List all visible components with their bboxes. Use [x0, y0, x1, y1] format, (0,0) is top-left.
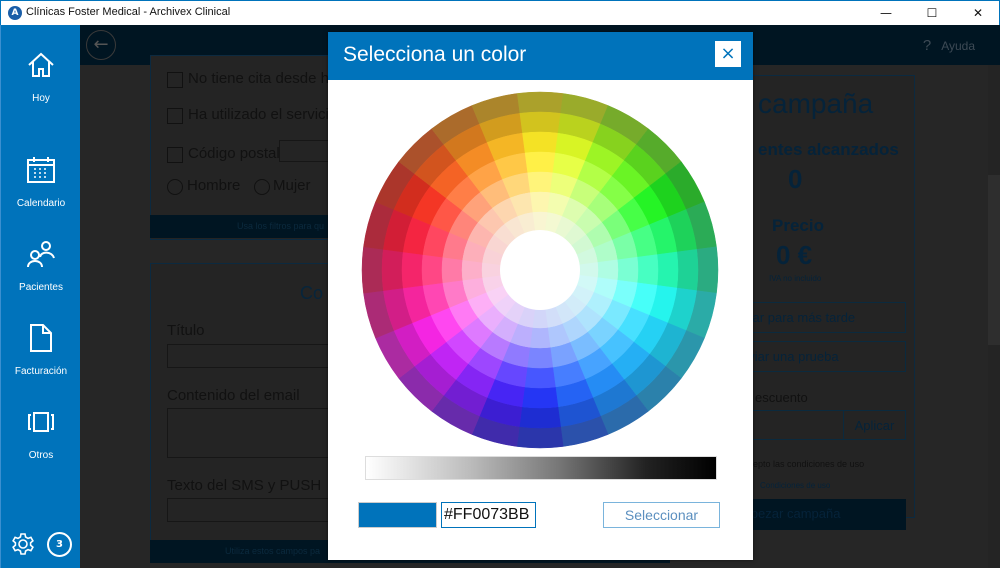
- send-test-button[interactable]: nviar una prueba: [740, 341, 906, 372]
- color-wheel-segment[interactable]: [656, 251, 679, 289]
- select-button[interactable]: Seleccionar: [603, 502, 720, 528]
- help-icon: ?: [922, 37, 932, 54]
- codigo-postal-label: Código postal: [188, 145, 280, 162]
- terms-link[interactable]: Condiciones de uso: [760, 481, 830, 490]
- document-icon: [30, 324, 52, 352]
- color-picker-dialog: Selecciona un color × Seleccionar: [328, 32, 753, 560]
- color-wheel-segment[interactable]: [526, 171, 554, 193]
- title-bar: A Clínicas Foster Medical - Archivex Cli…: [0, 0, 1000, 25]
- mujer-radio[interactable]: [254, 179, 270, 195]
- sidebar-item-facturacion[interactable]: Facturación: [1, 323, 81, 378]
- summary-heading: campaña: [758, 88, 874, 119]
- discount-input[interactable]: [740, 410, 844, 440]
- color-wheel-segment[interactable]: [519, 406, 561, 429]
- price-value: 0 €: [776, 240, 813, 270]
- color-wheel-segment[interactable]: [461, 259, 483, 281]
- sidebar-item-label: Facturación: [14, 366, 68, 377]
- color-wheel-segment[interactable]: [579, 262, 599, 278]
- app-logo: A: [8, 6, 22, 20]
- people-icon: [27, 241, 55, 268]
- sidebar-item-label: Hoy: [32, 93, 50, 104]
- home-icon: [28, 52, 54, 77]
- servicio-label: Ha utilizado el servicio: [188, 106, 338, 123]
- grayscale-slider[interactable]: [365, 456, 717, 480]
- color-wheel-segment[interactable]: [516, 91, 564, 114]
- hex-color-input[interactable]: [441, 502, 536, 528]
- start-campaign-label: mpezar campaña: [740, 506, 841, 521]
- servicio-checkbox[interactable]: [167, 108, 183, 124]
- sidebar-item-label: Pacientes: [19, 282, 63, 293]
- codigo-postal-checkbox[interactable]: [167, 147, 183, 163]
- color-wheel-segment[interactable]: [421, 254, 444, 286]
- mujer-label: Mujer: [273, 177, 311, 194]
- color-wheel-segment[interactable]: [361, 246, 384, 294]
- hombre-radio[interactable]: [167, 179, 183, 195]
- notifications-badge[interactable]: 3: [47, 532, 72, 557]
- color-wheel[interactable]: [360, 90, 720, 450]
- save-later-button[interactable]: rdar para más tarde: [740, 302, 906, 333]
- save-later-label: rdar para más tarde: [741, 310, 856, 325]
- start-campaign-button[interactable]: mpezar campaña: [740, 499, 906, 530]
- color-wheel-segment[interactable]: [481, 262, 501, 278]
- no-cita-label: No tiene cita desde ha: [188, 70, 338, 87]
- color-wheel-segment[interactable]: [529, 327, 551, 349]
- color-wheel-segment[interactable]: [617, 256, 639, 284]
- calendar-icon: [27, 157, 55, 183]
- maximize-icon[interactable]: ☐: [909, 1, 955, 25]
- color-wheel-segment[interactable]: [597, 259, 619, 281]
- color-wheel-segment[interactable]: [521, 386, 559, 409]
- color-wheel-segment[interactable]: [636, 254, 659, 286]
- sidebar-item-calendario[interactable]: Calendario: [1, 155, 81, 210]
- color-wheel-segment[interactable]: [441, 256, 463, 284]
- sidebar-item-pacientes[interactable]: Pacientes: [1, 239, 81, 294]
- reached-value: 0: [788, 164, 803, 194]
- price-label: Precio: [772, 216, 824, 235]
- no-cita-checkbox[interactable]: [167, 72, 183, 88]
- email-label: Contenido del email: [167, 387, 300, 404]
- color-wheel-segment[interactable]: [532, 309, 548, 329]
- color-wheel-segment[interactable]: [401, 251, 424, 289]
- sidebar-item-hoy[interactable]: Hoy: [1, 50, 81, 105]
- sms-label: Texto del SMS y PUSH: [167, 477, 322, 494]
- apply-button[interactable]: Aplicar: [843, 410, 906, 440]
- color-wheel-segment[interactable]: [516, 426, 564, 449]
- discount-label: escuento: [755, 390, 808, 405]
- color-wheel-segment[interactable]: [519, 111, 561, 134]
- content-heading: Co: [300, 283, 324, 303]
- sidebar-item-otros[interactable]: Otros: [1, 407, 81, 462]
- color-wheel-center: [500, 230, 580, 310]
- window-title: Clínicas Foster Medical - Archivex Clini…: [26, 6, 231, 18]
- carousel-icon: [28, 412, 54, 432]
- minimize-icon[interactable]: —: [863, 1, 909, 25]
- gear-icon[interactable]: [11, 532, 35, 556]
- back-button[interactable]: ←: [86, 30, 116, 60]
- accept-terms-label[interactable]: epto las condiciones de uso: [753, 459, 864, 469]
- hombre-label: Hombre: [187, 177, 241, 194]
- color-wheel-segment[interactable]: [676, 249, 699, 291]
- scrollbar-thumb[interactable]: [988, 175, 1000, 345]
- selected-color-swatch: [358, 502, 437, 528]
- sidebar: Hoy Calendario Pacientes Facturación Otr…: [0, 25, 80, 568]
- apply-label: Aplicar: [854, 418, 895, 433]
- color-wheel-segment[interactable]: [526, 347, 554, 369]
- sidebar-item-label: Otros: [28, 450, 54, 461]
- color-wheel-segment[interactable]: [532, 211, 548, 231]
- dialog-header: Selecciona un color ×: [328, 32, 753, 80]
- color-wheel-segment[interactable]: [524, 366, 556, 389]
- close-icon[interactable]: ✕: [955, 1, 1000, 25]
- titulo-label: Título: [167, 322, 205, 339]
- color-wheel-segment[interactable]: [524, 151, 556, 174]
- dialog-title: Selecciona un color: [343, 43, 527, 66]
- close-icon[interactable]: ×: [715, 41, 741, 67]
- color-wheel-segment[interactable]: [529, 191, 551, 213]
- sidebar-item-label: Calendario: [16, 198, 66, 209]
- color-wheel-segment[interactable]: [521, 131, 559, 154]
- tax-note: IVA no incluido: [769, 274, 822, 283]
- color-wheel-segment[interactable]: [381, 249, 404, 291]
- send-test-label: nviar una prueba: [741, 349, 839, 364]
- help-label: Ayuda: [941, 39, 975, 53]
- help-button[interactable]: ? Ayuda: [923, 37, 975, 54]
- reached-label: entes alcanzados: [758, 140, 899, 159]
- color-wheel-segment[interactable]: [696, 246, 719, 294]
